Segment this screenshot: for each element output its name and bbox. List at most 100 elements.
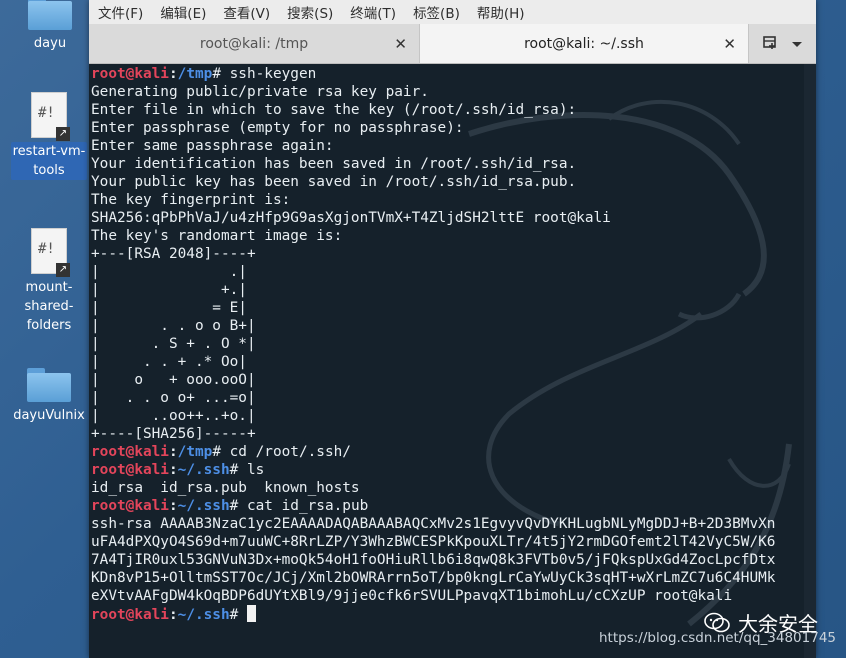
terminal-output-line: eXVtvAAFgDW4kOqBDP6dUYtXBl9/9jje0cfk6rSV… [91, 587, 775, 605]
terminal-output[interactable]: root@kali:/tmp# ssh-keygen Generating pub… [89, 64, 816, 658]
output-text: The key fingerprint is: [91, 192, 291, 208]
prompt-command: ls [238, 462, 265, 478]
new-tab-icon[interactable] [762, 34, 778, 54]
prompt-user: root@kali [91, 66, 169, 82]
desktop-icon-mount-shared-folders[interactable]: #! ↗ mount- shared- folders [9, 228, 89, 335]
close-icon[interactable]: ✕ [394, 35, 407, 53]
output-text: Enter same passphrase again: [91, 138, 334, 154]
output-text: ssh-rsa AAAAB3NzaC1yc2EAAAADAQABAAABAQCx… [91, 516, 776, 532]
output-text: The key's randomart image is: [91, 228, 343, 244]
output-text: | . S + . O *| [91, 336, 256, 352]
tab-tmp[interactable]: root@kali: /tmp ✕ [89, 24, 419, 63]
terminal-prompt-line: root@kali:~/.ssh# ls [91, 462, 265, 478]
terminal-output-line: SHA256:qPbPhVaJ/u4zHfp9G9asXgjonTVmX+T4Z… [91, 209, 775, 227]
terminal-output-line: | . . o o B+| [91, 317, 775, 335]
terminal-output-line: | . . o o+ ...=o| [91, 389, 775, 407]
menu-help[interactable]: 帮助(H) [477, 2, 525, 22]
output-text: +---[RSA 2048]----+ [91, 246, 256, 262]
menu-file[interactable]: 文件(F) [98, 2, 143, 22]
prompt-user: root@kali [91, 462, 169, 478]
tab-ssh[interactable]: root@kali: ~/.ssh ✕ [419, 24, 749, 63]
terminal-output-line: uFA4dPXQyO4S69d+m7uuWC+8RrLZP/Y3WhzBWCES… [91, 533, 775, 551]
desktop-icon-restart-vm-tools[interactable]: #! ↗ restart-vm- tools [9, 92, 89, 180]
terminal-output-line: The key's randomart image is: [91, 227, 775, 245]
prompt-command: cat id_rsa.pub [238, 498, 369, 514]
terminal-output-line: The key fingerprint is: [91, 191, 775, 209]
terminal-output-line: ssh-rsa AAAAB3NzaC1yc2EAAAADAQABAAABAQCx… [91, 515, 775, 533]
terminal-output-line: | .| [91, 263, 775, 281]
output-text: eXVtvAAFgDW4kOqBDP6dUYtXBl9/9jje0cfk6rSV… [91, 588, 733, 604]
desktop-icon-label: dayu [33, 36, 67, 51]
desktop-icon-label-line: restart-vm- [12, 144, 86, 159]
output-text: Your identification has been saved in /r… [91, 156, 577, 172]
terminal-output-line: Enter passphrase (empty for no passphras… [91, 119, 775, 137]
output-text: SHA256:qPbPhVaJ/u4zHfp9G9asXgjonTVmX+T4Z… [91, 210, 611, 226]
terminal-output-line: Enter file in which to save the key (/ro… [91, 101, 775, 119]
close-icon[interactable]: ✕ [723, 35, 736, 53]
menu-tabs[interactable]: 标签(B) [413, 2, 460, 22]
menu-search[interactable]: 搜索(S) [287, 2, 333, 22]
output-text: | ..oo++..+o.| [91, 408, 256, 424]
prompt-path: /tmp [177, 444, 213, 460]
output-text: Enter passphrase (empty for no passphras… [91, 120, 464, 136]
terminal-output-line: id_rsa id_rsa.pub known_hosts [91, 479, 775, 497]
output-text: | +.| [91, 282, 247, 298]
prompt-user: root@kali [91, 607, 169, 623]
menu-view[interactable]: 查看(V) [223, 2, 270, 22]
tab-bar: root@kali: /tmp ✕ root@kali: ~/.ssh ✕ [89, 24, 816, 64]
prompt-path: /tmp [177, 66, 213, 82]
desktop-icon-label-line: shared- [24, 299, 74, 314]
terminal-prompt-line: root@kali:/tmp# cd /root/.ssh/ [91, 444, 351, 460]
terminal-output-line: | . . + .* Oo| [91, 353, 775, 371]
terminal-output-line: | ..oo++..+o.| [91, 407, 775, 425]
desktop-icon-dayu[interactable]: dayu [10, 0, 90, 53]
output-text: 7A4TjIR0uxl53GNVuN3Dx+moQk54oH1foOHiuRll… [91, 552, 776, 568]
terminal-cursor [246, 605, 256, 622]
desktop-icon-label-line: mount- [25, 280, 73, 295]
output-text: Enter file in which to save the key (/ro… [91, 102, 577, 118]
terminal-lines: root@kali:/tmp# ssh-keygen Generating pub… [91, 65, 775, 623]
terminal-output-line: | o + ooo.ooO| [91, 371, 775, 389]
output-text: | . . o o+ ...=o| [91, 390, 256, 406]
terminal-output-line: Your public key has been saved in /root/… [91, 173, 775, 191]
terminal-output-line: KDn8vP15+OlltmSST7Oc/JCj/Xml2bOWRArrn5oT… [91, 569, 775, 587]
prompt-path: ~/.ssh [177, 462, 230, 478]
terminal-output-line: Enter same passphrase again: [91, 137, 775, 155]
watermark-url: https://blog.csdn.net/qq_34801745 [598, 630, 836, 646]
tab-title: root@kali: /tmp [199, 35, 309, 52]
tab-title: root@kali: ~/.ssh [524, 35, 644, 52]
menu-edit[interactable]: 编辑(E) [160, 2, 206, 22]
desktop-icon-label: dayuVulnix [13, 408, 85, 423]
prompt-path: ~/.ssh [177, 607, 230, 623]
terminal-output-line: +----[SHA256]-----+ [91, 425, 775, 443]
terminal-window: 文件(F) 编辑(E) 查看(V) 搜索(S) 终端(T) 标签(B) 帮助(H… [89, 0, 816, 658]
prompt-command [238, 607, 247, 623]
output-text: Your public key has been saved in /root/… [91, 174, 577, 190]
menu-terminal[interactable]: 终端(T) [350, 2, 396, 22]
output-text: | . . + .* Oo| [91, 354, 247, 370]
terminal-scrollbar[interactable] [804, 64, 816, 658]
output-text: | o + ooo.ooO| [91, 372, 256, 388]
output-text: +----[SHA256]-----+ [91, 426, 256, 442]
output-text: uFA4dPXQyO4S69d+m7uuWC+8RrLZP/Y3WhzBWCES… [91, 534, 776, 550]
terminal-output-line: | = E| [91, 299, 775, 317]
folder-icon [28, 0, 72, 30]
desktop-icon-label-line: folders [26, 318, 72, 333]
desktop-icon-dayuvulnix[interactable]: dayuVulnix [9, 368, 89, 425]
terminal-output-line: Your identification has been saved in /r… [91, 155, 775, 173]
terminal-output-line: | +.| [91, 281, 775, 299]
chevron-down-icon[interactable] [791, 35, 803, 53]
prompt-command: ssh-keygen [220, 66, 317, 82]
prompt-command: cd /root/.ssh/ [220, 444, 351, 460]
output-text: Generating public/private rsa key pair. [91, 84, 429, 100]
terminal-prompt-line: root@kali:~/.ssh# [91, 605, 775, 623]
terminal-output-line: 7A4TjIR0uxl53GNVuN3Dx+moQk54oH1foOHiuRll… [91, 551, 775, 569]
script-file-icon: #! ↗ [31, 228, 70, 277]
output-text: | . . o o B+| [91, 318, 256, 334]
terminal-output-line: +---[RSA 2048]----+ [91, 245, 775, 263]
prompt-path: ~/.ssh [177, 498, 230, 514]
output-text: KDn8vP15+OlltmSST7Oc/JCj/Xml2bOWRArrn5oT… [91, 570, 776, 586]
output-text: id_rsa id_rsa.pub known_hosts [91, 480, 360, 496]
terminal-output-line: | . S + . O *| [91, 335, 775, 353]
output-text: | .| [91, 264, 247, 280]
